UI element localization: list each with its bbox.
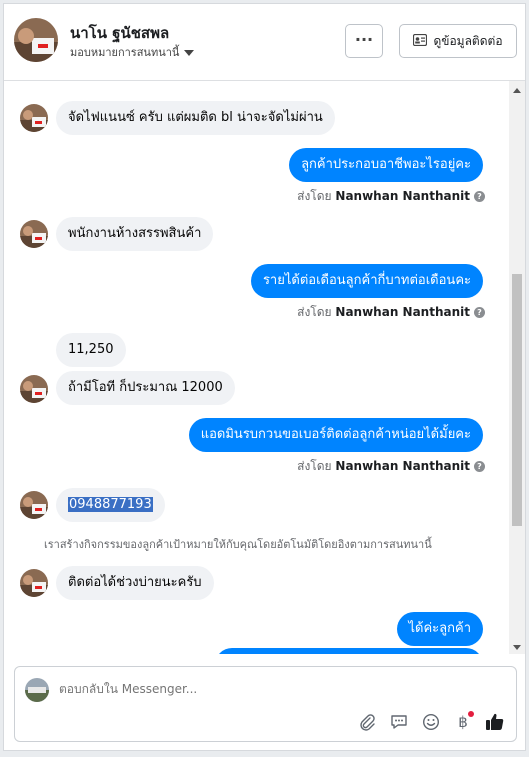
incoming-message-bubble[interactable]: พนักงานห้างสรรพสินค้า	[56, 217, 214, 251]
info-icon[interactable]: ?	[474, 191, 485, 202]
notification-dot	[468, 711, 474, 717]
sent-by-label: ส่งโดย Nanwhan Nanthanit?	[297, 303, 485, 322]
selected-phone-number[interactable]: 0948877193	[68, 497, 153, 512]
reply-composer: ฿	[14, 666, 517, 742]
sender-avatar	[20, 569, 48, 597]
composer-actions: ฿	[356, 711, 506, 733]
outgoing-message-bubble-partial[interactable]	[215, 648, 483, 654]
thumbs-up-icon[interactable]	[484, 711, 506, 733]
baht-payment-icon[interactable]: ฿	[452, 711, 474, 733]
contact-name[interactable]: นาโน ฐนัชสพล	[70, 21, 169, 45]
sender-avatar	[20, 375, 48, 403]
conversation-panel: นาโน ฐนัชสพล มอบหมายการสนทนานี้ ··· ดูข้…	[3, 3, 526, 751]
view-contact-info-label: ดูข้อมูลติดต่อ	[433, 33, 503, 48]
outgoing-message-bubble[interactable]: รายได้ต่อเดือนลูกค้ากี่บาทต่อเดือนคะ	[250, 264, 483, 298]
contact-avatar[interactable]	[14, 18, 58, 62]
reply-input[interactable]	[59, 682, 459, 696]
incoming-message-bubble[interactable]: ถ้ามีโอที ก็ประมาณ 12000	[56, 371, 235, 405]
incoming-message-bubble[interactable]: 11,250	[56, 333, 126, 367]
sent-by-label: ส่งโดย Nanwhan Nanthanit?	[297, 457, 485, 476]
info-icon[interactable]: ?	[474, 461, 485, 472]
system-message: เราสร้างกิจกรรมของลูกค้าเป้าหมายให้กับคุ…	[44, 538, 432, 551]
scrollbar-thumb[interactable]	[512, 274, 522, 526]
conversation-header: นาโน ฐนัชสพล มอบหมายการสนทนานี้ ··· ดูข้…	[4, 4, 525, 81]
more-options-button[interactable]: ···	[345, 24, 383, 58]
info-icon[interactable]: ?	[474, 307, 485, 318]
saved-reply-icon[interactable]	[388, 711, 410, 733]
view-contact-info-button[interactable]: ดูข้อมูลติดต่อ	[399, 24, 517, 58]
incoming-message-bubble[interactable]: ติดต่อได้ช่วงบ่ายนะครับ	[56, 566, 214, 600]
assign-conversation-dropdown[interactable]: มอบหมายการสนทนานี้	[70, 43, 195, 61]
contact-card-icon	[413, 33, 428, 49]
sender-avatar	[20, 104, 48, 132]
incoming-message-bubble[interactable]: 0948877193	[56, 488, 165, 522]
sent-by-label: ส่งโดย Nanwhan Nanthanit?	[297, 187, 485, 206]
outgoing-message-bubble[interactable]: แอดมินรบกวนขอเบอร์ติดต่อลูกค้าหน่อยได้มั…	[188, 418, 483, 452]
caret-down-icon	[184, 50, 195, 56]
page-avatar	[25, 678, 49, 702]
outgoing-message-bubble[interactable]: ลูกค้าประกอบอาชีพอะไรอยู่คะ	[289, 148, 483, 182]
emoji-icon[interactable]	[420, 711, 442, 733]
outgoing-message-bubble[interactable]: ได้ค่ะลูกค้า	[396, 612, 483, 646]
message-list: จัดไฟแนนซ์ ครับ แต่ผมติด bl น่าจะจัดไม่ผ…	[4, 81, 509, 654]
scroll-up-arrow-icon[interactable]	[513, 88, 521, 93]
message-scrollbar[interactable]	[509, 81, 525, 654]
incoming-message-bubble[interactable]: จัดไฟแนนซ์ ครับ แต่ผมติด bl น่าจะจัดไม่ผ…	[56, 101, 335, 135]
attachment-icon[interactable]	[356, 711, 378, 733]
scroll-down-arrow-icon[interactable]	[513, 645, 521, 650]
sender-avatar	[20, 491, 48, 519]
ellipsis-icon: ···	[354, 30, 374, 49]
assign-conversation-label: มอบหมายการสนทนานี้	[70, 46, 180, 59]
sender-avatar	[20, 220, 48, 248]
